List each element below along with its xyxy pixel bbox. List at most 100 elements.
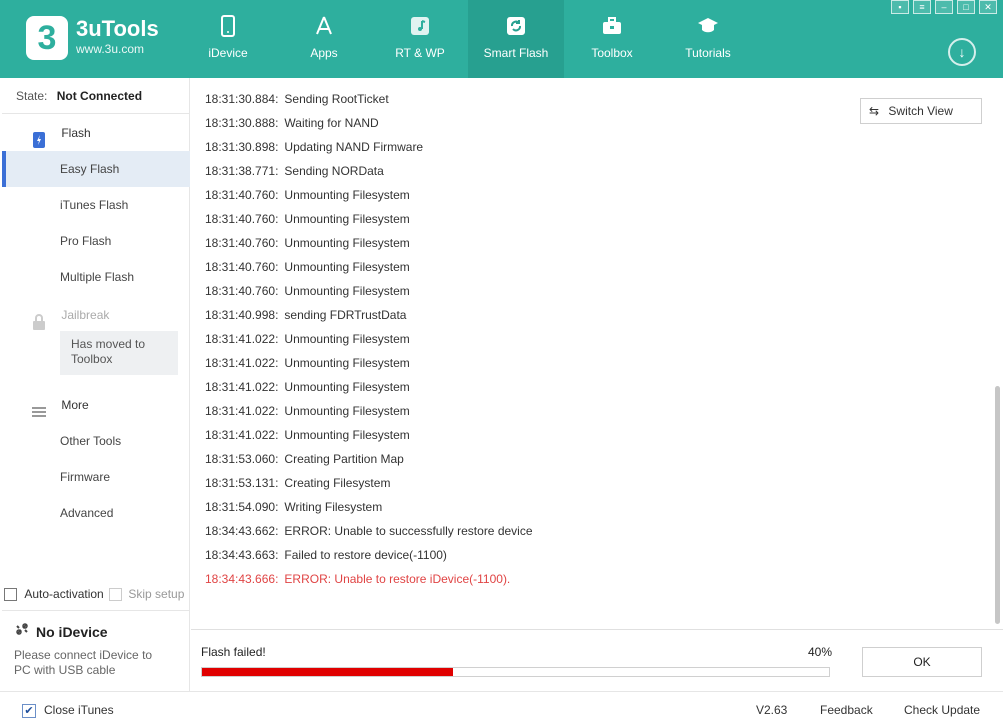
nav-label: iDevice <box>208 46 248 60</box>
flash-icon <box>32 126 46 148</box>
sidebar-section-jailbreak: Jailbreak <box>2 297 190 333</box>
nav-rt-wp[interactable]: RT & WP <box>372 0 468 78</box>
feedback-link[interactable]: Feedback <box>820 703 873 717</box>
check-update-link[interactable]: Check Update <box>904 703 980 717</box>
nav-tutorials[interactable]: Tutorials <box>660 0 756 78</box>
log-message: Unmounting Filesystem <box>284 380 410 394</box>
skin-icon[interactable]: ▪ <box>891 0 909 14</box>
device-state: State: Not Connected <box>2 78 189 114</box>
log-line: 18:31:30.898: Updating NAND Firmware <box>205 136 825 160</box>
log-line: 18:31:41.022: Unmounting Filesystem <box>205 352 825 376</box>
nav-apps[interactable]: Apps <box>276 0 372 78</box>
log-time: 18:31:41.022: <box>205 404 279 418</box>
ok-button[interactable]: OK <box>862 647 982 677</box>
sidebar-item-other-tools[interactable]: Other Tools <box>2 423 190 459</box>
log-time: 18:31:40.760: <box>205 188 279 202</box>
log-time: 18:31:40.760: <box>205 284 279 298</box>
log-time: 18:31:40.760: <box>205 212 279 226</box>
log-message: Creating Partition Map <box>284 452 404 466</box>
progress-bar <box>201 667 830 677</box>
log-message: ERROR: Unable to successfully restore de… <box>284 524 533 538</box>
brand-url: www.3u.com <box>76 42 145 56</box>
log-line: 18:31:41.022: Unmounting Filesystem <box>205 376 825 400</box>
log-line: 18:31:41.022: Unmounting Filesystem <box>205 328 825 352</box>
log-line: 18:31:40.760: Unmounting Filesystem <box>205 256 825 280</box>
sidebar-section-label: More <box>61 398 89 412</box>
sidebar-item-advanced[interactable]: Advanced <box>2 495 190 531</box>
log-time: 18:31:41.022: <box>205 332 279 346</box>
log-line: 18:34:43.663: Failed to restore device(-1… <box>205 544 825 568</box>
log-time: 18:31:30.898: <box>205 140 279 154</box>
progress-fill <box>202 668 453 676</box>
log-message: Unmounting Filesystem <box>284 188 410 202</box>
nav-toolbox[interactable]: Toolbox <box>564 0 660 78</box>
log-time: 18:31:53.060: <box>205 452 279 466</box>
sidebar-section-more[interactable]: More <box>2 387 190 423</box>
log-message: ERROR: Unable to restore iDevice(-1100). <box>284 572 511 586</box>
maximize-icon[interactable]: □ <box>957 0 975 14</box>
menu-icon[interactable]: ≡ <box>913 0 931 14</box>
close-icon[interactable]: ✕ <box>979 0 997 14</box>
close-itunes-checkbox[interactable]: ✔ Close iTunes <box>22 703 114 718</box>
log-message: Updating NAND Firmware <box>284 140 424 154</box>
moved-notice: Has moved to Toolbox <box>60 331 178 375</box>
list-icon <box>32 398 46 417</box>
sidebar-item-firmware[interactable]: Firmware <box>2 459 190 495</box>
log-scrollbar[interactable] <box>995 386 1000 624</box>
switch-icon: ⇆ <box>869 104 880 118</box>
log-message: Sending NORData <box>284 164 384 178</box>
log-message: Unmounting Filesystem <box>284 332 410 346</box>
log-time: 18:31:40.998: <box>205 308 279 322</box>
disconnected-icon <box>14 621 30 640</box>
log-time: 18:31:41.022: <box>205 356 279 370</box>
state-value: Not Connected <box>56 89 143 103</box>
sidebar-section-label: Jailbreak <box>61 308 110 322</box>
flash-log-panel: 18:31:30.884: Sending RootTicket 18:31:30.… <box>191 78 1003 629</box>
minimize-icon[interactable]: – <box>935 0 953 14</box>
sidebar-item-multiple-flash[interactable]: Multiple Flash <box>2 259 190 295</box>
sidebar-section-label: Flash <box>61 126 91 140</box>
sidebar-item-easy-flash[interactable]: Easy Flash <box>2 151 190 187</box>
nav-idevice[interactable]: iDevice <box>180 0 276 78</box>
progress-panel: Flash failed! 40% OK <box>191 629 1003 691</box>
progress-percent: 40% <box>808 645 833 659</box>
log-time: 18:34:43.662: <box>205 524 279 538</box>
log-message: Unmounting Filesystem <box>284 428 410 442</box>
sidebar-item-itunes-flash[interactable]: iTunes Flash <box>2 187 190 223</box>
sidebar-item-pro-flash[interactable]: Pro Flash <box>2 223 190 259</box>
window-controls: ▪ ≡ – □ ✕ <box>891 0 997 14</box>
toolbox-icon <box>600 14 624 38</box>
log-line: 18:31:40.760: Unmounting Filesystem <box>205 232 825 256</box>
nav-label: Smart Flash <box>483 46 549 60</box>
log-message: Unmounting Filesystem <box>284 260 410 274</box>
log-message: Failed to restore device(-1100) <box>284 548 447 562</box>
checkmark-icon: ✔ <box>22 703 36 718</box>
log-line: 18:31:40.998: sending FDRTrustData <box>205 304 825 328</box>
apps-icon <box>312 14 336 38</box>
activation-options: Auto-activation Skip setup <box>2 583 190 605</box>
sidebar: State: Not Connected Flash Easy Flash iT… <box>2 78 190 691</box>
no-device-title: No iDevice <box>14 621 190 640</box>
auto-activation-checkbox[interactable]: Auto-activation <box>4 587 104 602</box>
phone-icon <box>216 14 240 38</box>
log-message: Writing Filesystem <box>284 500 383 514</box>
log-time: 18:31:40.760: <box>205 236 279 250</box>
log-time: 18:34:43.666: <box>205 572 279 586</box>
app-logo: 3 <box>26 16 68 60</box>
download-icon[interactable]: ↓ <box>948 38 976 66</box>
refresh-icon <box>504 14 528 38</box>
log-time: 18:31:41.022: <box>205 380 279 394</box>
no-device-desc: Please connect iDevice to PC with USB ca… <box>14 648 153 677</box>
switch-view-button[interactable]: ⇆ Switch View <box>860 98 982 124</box>
log-line: 18:31:30.884: Sending RootTicket <box>205 88 825 112</box>
log-time: 18:31:53.131: <box>205 476 279 490</box>
skip-setup-checkbox[interactable]: Skip setup <box>109 587 184 602</box>
nav-label: Toolbox <box>591 46 633 60</box>
log-message: Unmounting Filesystem <box>284 404 410 418</box>
nav-smart-flash[interactable]: Smart Flash <box>468 0 564 78</box>
log-message: Creating Filesystem <box>284 476 391 490</box>
sidebar-section-flash[interactable]: Flash <box>2 115 190 151</box>
log-time: 18:31:30.888: <box>205 116 279 130</box>
log-time: 18:31:30.884: <box>205 92 279 106</box>
log-message: Unmounting Filesystem <box>284 284 410 298</box>
